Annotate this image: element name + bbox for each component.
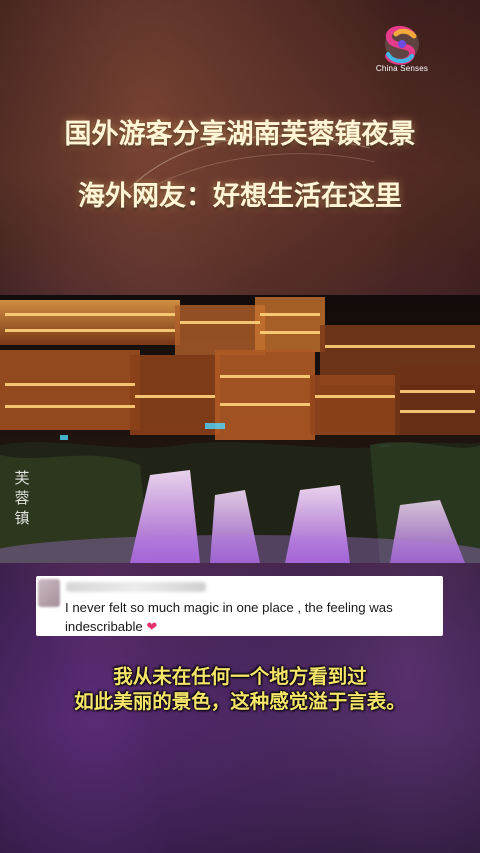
comment-text: I never felt so much magic in one place … xyxy=(65,598,443,636)
subtitle-line-2: 如此美丽的景色，这种感觉溢于言表。 xyxy=(74,690,406,713)
night-town-photo xyxy=(0,295,480,563)
headline-line-2: 海外网友：好想生活在这里 xyxy=(78,181,402,212)
brand-name: China Senses xyxy=(375,64,429,73)
comment-body: I never felt so much magic in one place … xyxy=(65,600,393,634)
photo-watermark-text: 芙蓉镇 xyxy=(14,469,30,527)
heart-icon: ❤ xyxy=(146,619,158,634)
avatar xyxy=(38,579,60,607)
blurred-username xyxy=(66,582,206,592)
headline-line-1: 国外游客分享湖南芙蓉镇夜景 xyxy=(64,119,416,150)
comment-card: I never felt so much magic in one place … xyxy=(36,576,443,636)
